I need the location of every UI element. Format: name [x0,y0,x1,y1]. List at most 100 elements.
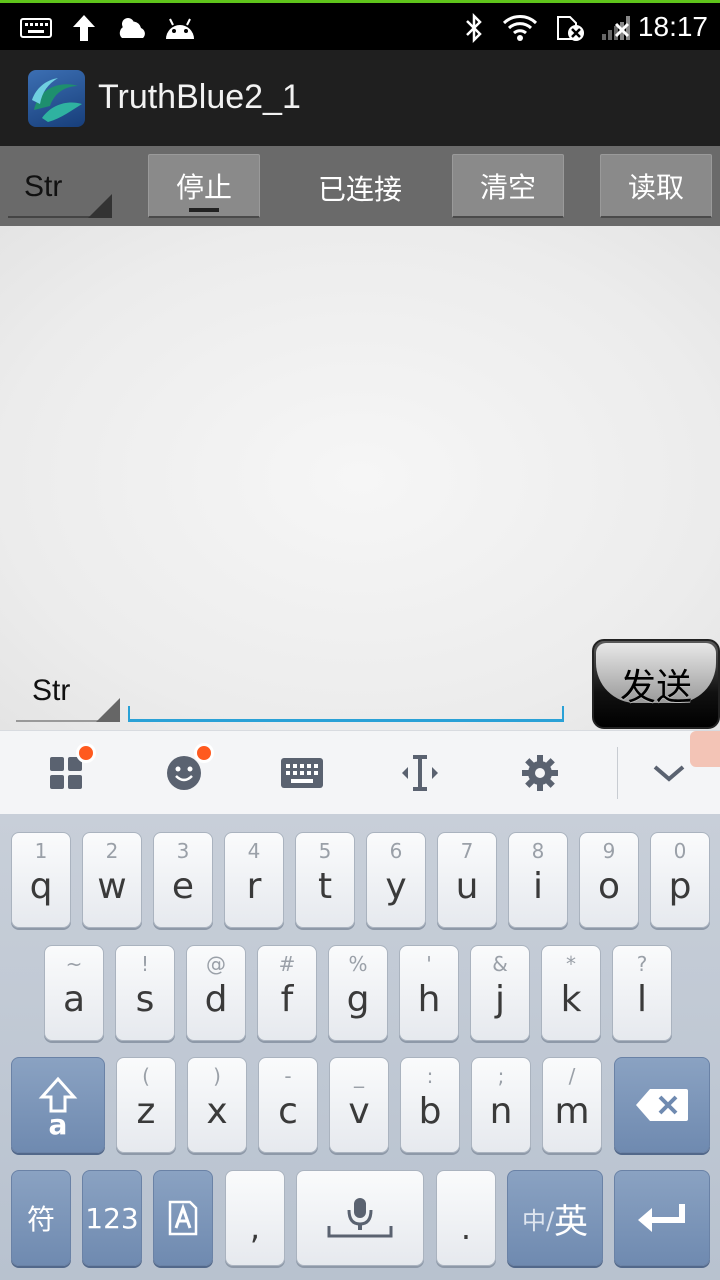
key-hint-label: ~ [65,952,83,976]
keyboard-switch-icon[interactable] [278,749,326,797]
app-logo-icon [28,70,85,127]
receive-format-label: Str [24,170,63,203]
key-d[interactable]: @ d [186,945,246,1041]
send-format-spinner[interactable]: Str [8,658,120,722]
sogou-logo-icon [690,731,720,767]
key-o[interactable]: 9o [579,832,639,928]
key-b[interactable]: :b [400,1057,460,1153]
receive-format-spinner[interactable]: Str [0,154,112,218]
key-hint-label: 9 [602,839,616,863]
send-text-input[interactable] [128,706,564,722]
stop-button-label: 停止 [175,170,232,204]
key-r[interactable]: 4r [224,832,284,928]
key-g[interactable]: % g [328,945,388,1041]
period-key[interactable]: . [436,1170,496,1266]
key-v[interactable]: _ v [329,1057,389,1153]
key-x[interactable]: ) x [187,1057,247,1153]
key-hint-label: 2 [105,839,119,863]
clear-button[interactable]: 清空 [452,154,564,218]
key-letter-label: o [597,865,621,907]
key-letter-label: k [560,978,582,1020]
key-w[interactable]: 2w [82,832,142,928]
key-m[interactable]: / m [542,1057,602,1153]
clock-time: 18:17 [637,11,708,42]
key-h[interactable]: ' h [399,945,459,1041]
signal-icon [598,13,636,43]
key-p[interactable]: 0p [650,832,710,928]
key-letter-label: z [136,1090,156,1132]
android-icon [162,13,198,43]
notification-dot [76,743,96,763]
key-i[interactable]: 8i [508,832,568,928]
key-j[interactable]: & j [470,945,530,1041]
backspace-icon [636,1089,688,1121]
key-n[interactable]: ; n [471,1057,531,1153]
key-k[interactable]: * k [541,945,601,1041]
cursor-icon[interactable] [396,749,444,797]
key-hint-label: * [566,952,576,976]
key-letter-label: f [280,978,294,1020]
read-button-label: 读取 [627,170,684,204]
symbols-key[interactable]: 符 [11,1170,71,1266]
shift-key-label: a [48,1108,68,1141]
key-letter-label: u [455,865,479,907]
enter-arrow-icon [638,1204,685,1232]
symbols-key-label: 符 [26,1203,55,1236]
numbers-key[interactable]: 123 [82,1170,142,1266]
key-z[interactable]: (z [116,1057,176,1153]
status-bar: 18:17 [0,0,720,50]
key-letter-label: b [418,1090,442,1132]
key-letter-label: m [554,1090,590,1132]
key-letter-label: n [489,1090,513,1132]
key-letter-label: c [278,1090,298,1132]
key-letter-label: j [494,978,505,1020]
key-letter-label: i [532,865,543,907]
send-format-label: Str [32,674,71,707]
key-hint-label: ! [140,952,150,976]
key-letter-label: y [385,865,407,907]
key-u[interactable]: 7u [437,832,497,928]
key-letter-label: e [171,865,195,907]
key-letter-label: l [636,978,647,1020]
key-s[interactable]: ! s [115,945,175,1041]
send-button-label: 发送 [619,667,692,708]
key-letter-label: h [417,978,441,1020]
key-q[interactable]: 1q [11,832,71,928]
comma-key[interactable]: , [225,1170,285,1266]
key-hint-label: 0 [673,839,687,863]
send-button[interactable]: 发送 [592,639,720,729]
key-t[interactable]: 5t [295,832,355,928]
input-method-key[interactable] [153,1170,213,1266]
key-hint-label: ? [636,952,648,976]
collapse-chevron-icon[interactable] [645,749,693,797]
app-title: TruthBlue2_1 [98,78,301,116]
backspace-key[interactable] [614,1057,710,1153]
key-hint-label: 8 [531,839,545,863]
key-e[interactable]: 3e [153,832,213,928]
key-y[interactable]: 6y [366,832,426,928]
key-a[interactable]: ~ a [44,945,104,1041]
key-f[interactable]: # f [257,945,317,1041]
shift-key[interactable]: a [11,1057,105,1153]
settings-icon[interactable] [516,749,564,797]
key-hint-label: ' [426,952,432,976]
keyboard-toolbar [0,730,720,814]
key-hint-label: ( [142,1064,150,1088]
key-hint-label: ; [497,1064,505,1088]
key-c[interactable]: -c [258,1057,318,1153]
read-button[interactable]: 读取 [600,154,712,218]
microphone-icon [327,1198,393,1238]
stop-button[interactable]: 停止 [148,154,260,218]
key-hint-label: 6 [389,839,403,863]
space-voice-key[interactable] [296,1170,424,1266]
key-letter-label: g [346,978,370,1020]
key-hint-label: 4 [247,839,261,863]
key-letter-label: v [348,1090,370,1132]
language-switch-key[interactable]: 中/ 英 [507,1170,603,1266]
enter-key[interactable] [614,1170,710,1266]
key-l[interactable]: ? l [612,945,672,1041]
input-method-icon [168,1200,198,1236]
upload-arrow-icon [70,13,98,43]
key-letter-label: x [206,1090,228,1132]
spinner-arrow-icon [88,194,112,218]
